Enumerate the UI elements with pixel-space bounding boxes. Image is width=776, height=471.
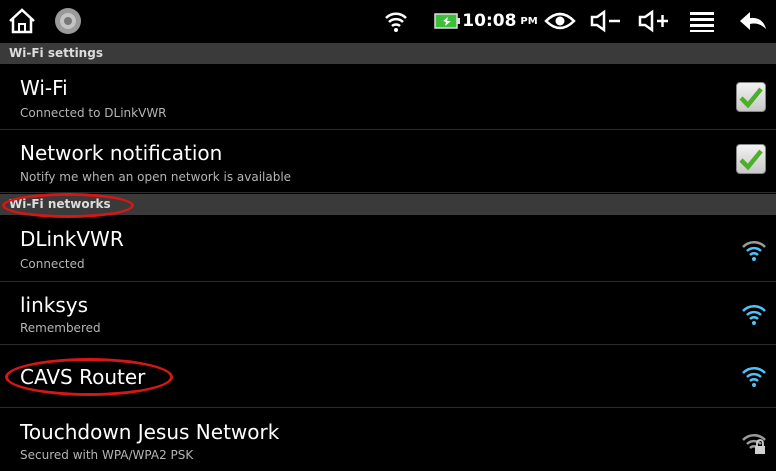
wifi-checkbox[interactable] xyxy=(736,82,766,112)
time-text: 10:08 xyxy=(462,11,517,31)
network-name: Touchdown Jesus Network xyxy=(20,420,280,444)
network-status: Remembered xyxy=(20,321,101,335)
network-notification-checkbox[interactable] xyxy=(736,144,766,174)
status-time: 10:08 PM xyxy=(462,0,537,42)
volume-up-icon[interactable] xyxy=(634,0,674,42)
back-icon[interactable] xyxy=(734,0,772,42)
wifi-status-icon xyxy=(380,0,412,42)
eye-icon[interactable] xyxy=(540,0,580,42)
wifi-signal-icon xyxy=(742,366,766,387)
wifi-signal-icon xyxy=(742,240,766,261)
wifi-toggle-row[interactable]: Wi-Fi Connected to DLinkVWR xyxy=(0,64,776,130)
wifi-signal-icon xyxy=(742,304,766,325)
volume-down-icon[interactable] xyxy=(586,0,626,42)
wifi-networks-header: Wi-Fi networks xyxy=(0,194,776,215)
network-notification-subtitle: Notify me when an open network is availa… xyxy=(20,170,292,184)
network-row-dlinkvwr[interactable]: DLinkVWR Connected xyxy=(0,215,776,282)
wifi-lock-icon xyxy=(742,433,766,454)
network-row-cavs-router[interactable]: CAVS Router xyxy=(0,345,776,408)
wifi-title: Wi-Fi xyxy=(20,76,68,100)
battery-icon xyxy=(432,0,462,42)
menu-icon[interactable] xyxy=(684,0,720,42)
network-name: DLinkVWR xyxy=(20,227,124,251)
check-icon xyxy=(739,87,763,108)
app-notification-icon[interactable] xyxy=(48,0,88,42)
home-icon[interactable] xyxy=(4,0,40,42)
network-notification-row[interactable]: Network notification Notify me when an o… xyxy=(0,130,776,193)
wifi-subtitle: Connected to DLinkVWR xyxy=(20,106,167,120)
network-status: Connected xyxy=(20,257,85,271)
network-row-linksys[interactable]: linksys Remembered xyxy=(0,282,776,345)
network-notification-title: Network notification xyxy=(20,141,223,165)
ampm-text: PM xyxy=(520,15,538,27)
status-bar: 10:08 PM xyxy=(0,0,776,42)
network-name: linksys xyxy=(20,293,89,317)
check-icon xyxy=(739,149,763,170)
network-status: Secured with WPA/WPA2 PSK xyxy=(20,448,194,462)
network-name: CAVS Router xyxy=(20,365,146,389)
wifi-settings-header: Wi-Fi settings xyxy=(0,43,776,64)
network-row-touchdown-jesus[interactable]: Touchdown Jesus Network Secured with WPA… xyxy=(0,408,776,471)
